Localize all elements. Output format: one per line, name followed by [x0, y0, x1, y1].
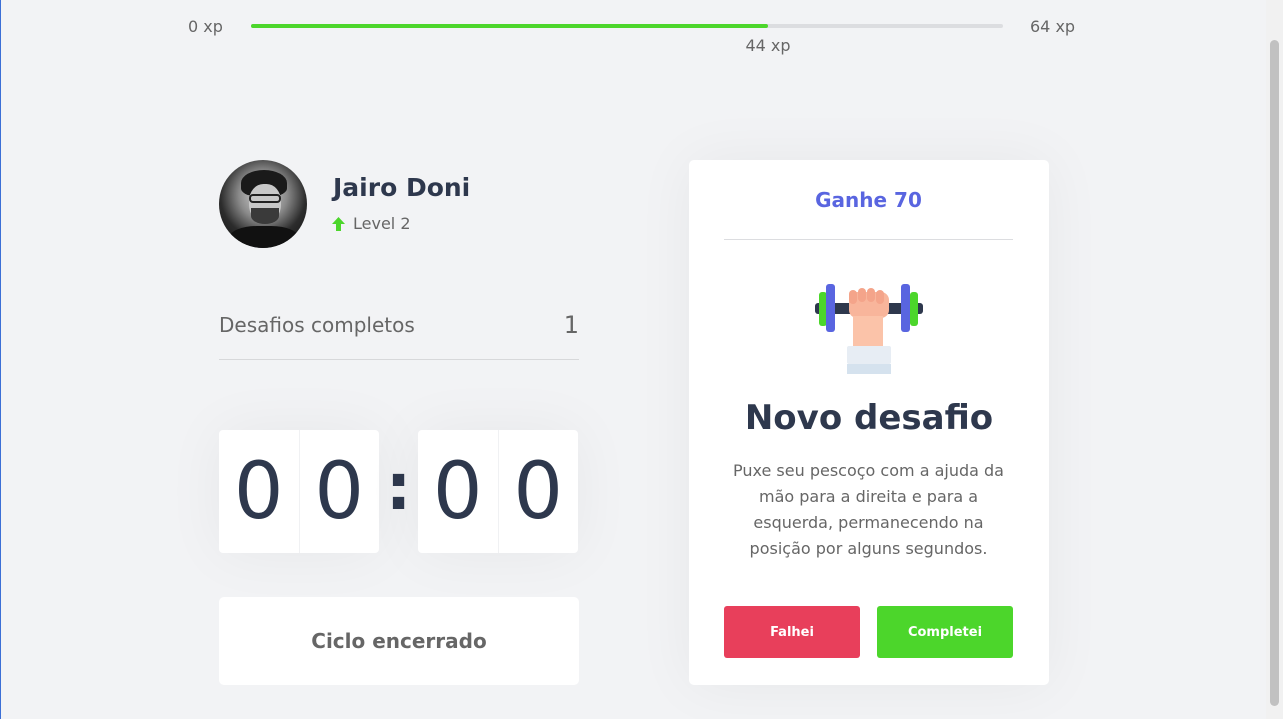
- avatar: [219, 160, 307, 248]
- profile-level-label: Level 2: [353, 214, 411, 233]
- challenge-card: Ganhe 70 Novo desafio Puxe seu pescoço c…: [689, 160, 1049, 685]
- countdown-minutes: 0 0: [219, 430, 379, 553]
- profile-name: Jairo Doni: [333, 173, 471, 202]
- countdown-separator: :: [385, 450, 412, 525]
- minute-digit-left: 0: [219, 430, 300, 553]
- failed-button[interactable]: Falhei: [724, 606, 860, 658]
- countdown: 0 0 : 0 0: [219, 430, 579, 553]
- minute-digit-right: 0: [314, 446, 365, 537]
- scrollbar[interactable]: [1266, 0, 1283, 719]
- completed-challenges-count: 1: [563, 311, 579, 339]
- scrollbar-thumb[interactable]: [1270, 40, 1279, 706]
- divider: [724, 239, 1013, 240]
- experience-bar: 0 xp 44 xp 64 xp: [1, 0, 1267, 60]
- cycle-finished-button[interactable]: Ciclo encerrado: [219, 597, 579, 685]
- challenge-reward: Ganhe 70: [815, 188, 922, 212]
- profile-level: Level 2: [332, 214, 411, 233]
- countdown-seconds: 0 0: [418, 430, 578, 553]
- challenge-description: Puxe seu pescoço com a ajuda da mão para…: [733, 461, 1004, 558]
- completed-challenges: Desafios completos 1: [219, 308, 579, 360]
- xp-progress-fill: [251, 24, 768, 28]
- completed-button[interactable]: Completei: [877, 606, 1013, 658]
- xp-current-label: 44 xp: [745, 36, 791, 55]
- xp-max-label: 64 xp: [1030, 17, 1076, 36]
- xp-min-label: 0 xp: [188, 17, 223, 36]
- xp-track: [251, 24, 1003, 28]
- second-digit-left: 0: [418, 430, 499, 553]
- level-up-arrow-icon: [332, 216, 345, 231]
- body-dumbbell-icon: [815, 284, 923, 374]
- completed-challenges-label: Desafios completos: [219, 313, 415, 337]
- second-digit-right: 0: [513, 446, 564, 537]
- challenge-title: Novo desafio: [744, 398, 994, 438]
